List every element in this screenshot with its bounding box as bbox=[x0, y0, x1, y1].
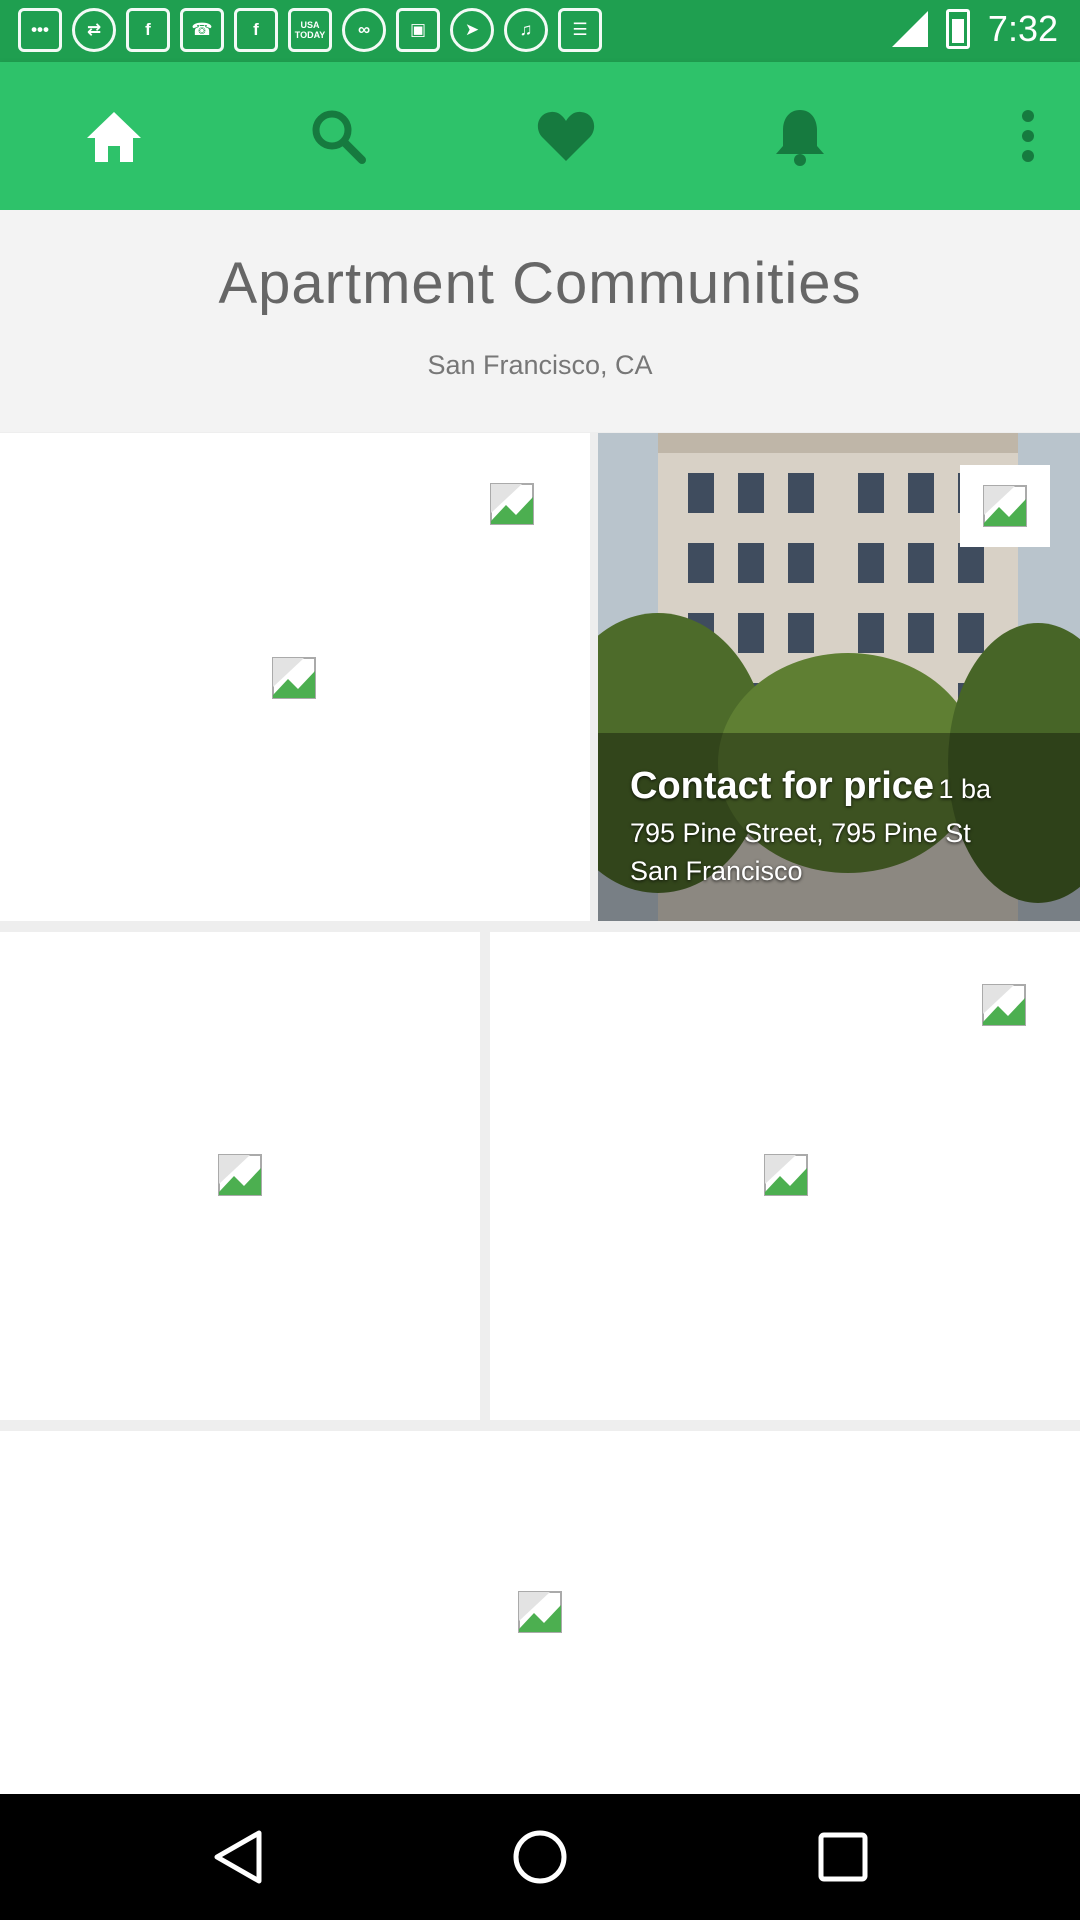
heart-icon[interactable] bbox=[528, 98, 604, 174]
battery-icon bbox=[945, 9, 970, 49]
signal-icon bbox=[891, 11, 928, 47]
listing-city: San Francisco bbox=[630, 856, 803, 886]
broken-image-icon bbox=[983, 485, 1027, 527]
image-badge bbox=[960, 465, 1050, 547]
system-status: 7:32 bbox=[891, 8, 1058, 50]
search-icon[interactable] bbox=[300, 98, 376, 174]
listing-baths: 1 ba bbox=[938, 774, 992, 804]
recents-icon[interactable] bbox=[808, 1822, 878, 1892]
listing-card[interactable] bbox=[0, 433, 590, 921]
voicemail-icon: ▣ bbox=[396, 8, 440, 52]
status-bar: ••• ⇄ f ☎ f USA TODAY ∞ ▣ ➤ ♫ ☰ 7:32 bbox=[0, 0, 1080, 62]
notification-icons: ••• ⇄ f ☎ f USA TODAY ∞ ▣ ➤ ♫ ☰ bbox=[18, 8, 602, 52]
location-subtitle: San Francisco, CA bbox=[427, 350, 653, 380]
usa-today-icon: USA TODAY bbox=[288, 8, 332, 52]
compass-icon: ➤ bbox=[450, 8, 494, 52]
listing-address: 795 Pine Street, 795 Pine St bbox=[630, 818, 971, 848]
facebook-icon: f bbox=[126, 8, 170, 52]
listing-card[interactable] bbox=[0, 1431, 1080, 1794]
listing-price: Contact for price bbox=[630, 765, 935, 807]
phone-icon: ☎ bbox=[180, 8, 224, 52]
more-vert-icon[interactable] bbox=[990, 98, 1066, 174]
broken-image-icon bbox=[764, 1154, 808, 1196]
bell-icon[interactable] bbox=[762, 98, 838, 174]
clock: 7:32 bbox=[987, 8, 1058, 49]
system-nav-bar bbox=[0, 1794, 1080, 1920]
link-icon: ∞ bbox=[342, 8, 386, 52]
broken-image-icon bbox=[490, 483, 534, 525]
page-header: Apartment Communities San Francisco, CA bbox=[0, 210, 1080, 432]
broken-image-icon bbox=[518, 1591, 562, 1633]
listing-caption: Contact for price 1 ba 795 Pine Street, … bbox=[630, 765, 991, 890]
back-icon[interactable] bbox=[202, 1822, 272, 1892]
usb-icon: ⇄ bbox=[72, 8, 116, 52]
top-toolbar bbox=[0, 62, 1080, 210]
music-icon: ♫ bbox=[504, 8, 548, 52]
home-nav-icon[interactable] bbox=[505, 1822, 575, 1892]
listing-card[interactable] bbox=[490, 932, 1080, 1420]
news-icon: ☰ bbox=[558, 8, 602, 52]
broken-image-icon bbox=[982, 984, 1026, 1026]
page-title: Apartment Communities bbox=[218, 251, 862, 316]
broken-image-icon bbox=[218, 1154, 262, 1196]
facebook-icon: f bbox=[234, 8, 278, 52]
listing-card[interactable] bbox=[0, 932, 480, 1420]
home-icon[interactable] bbox=[76, 98, 152, 174]
broken-image-icon bbox=[272, 657, 316, 699]
chat-icon: ••• bbox=[18, 8, 62, 52]
listing-card-featured[interactable]: Contact for price 1 ba 795 Pine Street, … bbox=[598, 433, 1080, 921]
